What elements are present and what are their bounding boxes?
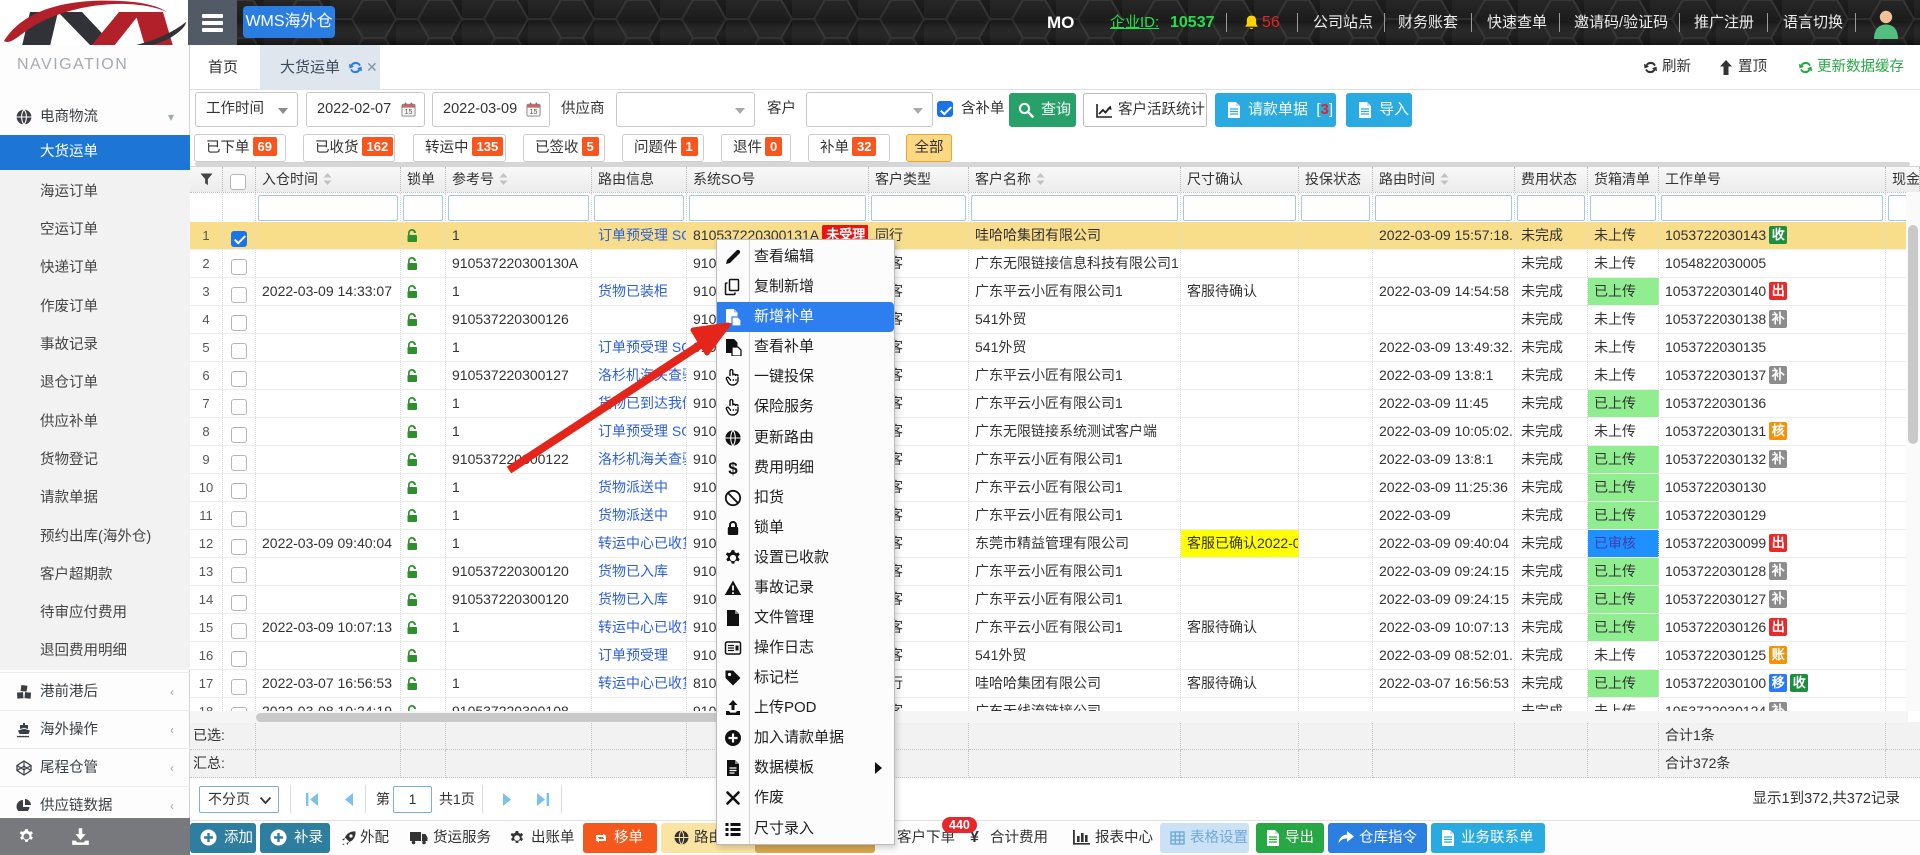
- svg-text:$: $: [728, 459, 738, 477]
- svg-text:15: 15: [405, 109, 413, 116]
- svg-text:15: 15: [530, 109, 538, 116]
